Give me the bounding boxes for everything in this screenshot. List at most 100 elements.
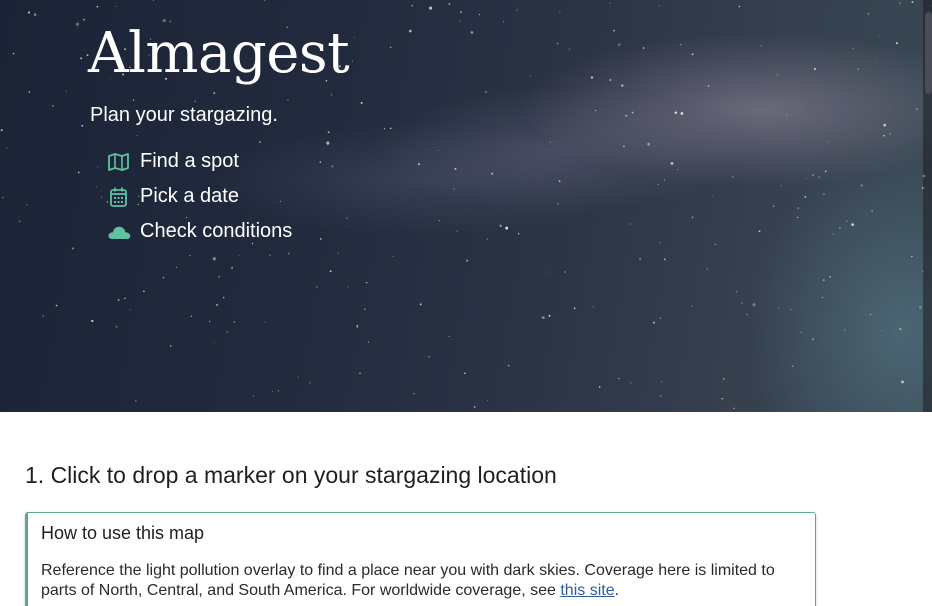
star <box>101 196 103 198</box>
star <box>786 114 788 116</box>
star <box>691 216 694 219</box>
star <box>76 27 78 29</box>
star <box>760 45 762 47</box>
star <box>529 75 532 77</box>
star <box>132 99 135 101</box>
brand-title: Almagest <box>88 21 350 86</box>
star <box>733 407 735 410</box>
map-instructions-box: How to use this map Reference the light … <box>25 512 816 606</box>
star <box>18 220 21 223</box>
star <box>134 399 137 402</box>
info-box-text: Reference the light pollution overlay to… <box>41 561 801 600</box>
star <box>269 254 271 256</box>
star <box>486 238 488 240</box>
star <box>631 111 634 114</box>
star <box>621 84 624 87</box>
star <box>337 252 339 254</box>
star <box>568 48 571 50</box>
star <box>466 259 469 262</box>
star <box>319 237 322 240</box>
star <box>194 100 196 103</box>
star <box>556 42 559 45</box>
star <box>869 313 872 316</box>
star <box>752 303 756 307</box>
star <box>517 233 520 235</box>
star <box>464 372 466 375</box>
star <box>287 252 290 255</box>
star <box>806 177 808 179</box>
map-icon <box>106 151 132 173</box>
star <box>623 145 625 148</box>
info-text-end: . <box>614 581 620 599</box>
star <box>821 296 824 299</box>
star <box>115 325 118 328</box>
star <box>731 175 734 178</box>
worldwide-coverage-link[interactable]: this site <box>560 582 614 599</box>
star <box>617 43 621 47</box>
star <box>2 196 4 199</box>
star <box>629 223 632 225</box>
star <box>901 380 904 384</box>
star <box>364 308 366 311</box>
star <box>546 271 548 273</box>
star <box>507 364 510 367</box>
star <box>516 9 518 11</box>
star <box>470 31 474 34</box>
star <box>33 13 37 16</box>
star <box>800 331 802 333</box>
star <box>389 127 392 129</box>
star <box>541 316 545 320</box>
feature-label: Find a spot <box>140 150 239 172</box>
star <box>677 168 679 171</box>
feature-label: Check conditions <box>140 220 293 242</box>
star <box>823 193 825 195</box>
star <box>881 330 883 332</box>
star <box>660 395 662 397</box>
star <box>231 266 234 269</box>
star <box>812 174 815 176</box>
star <box>797 216 799 218</box>
star <box>919 306 922 309</box>
star <box>429 6 433 10</box>
star <box>852 47 855 50</box>
star <box>657 183 659 186</box>
star <box>829 276 831 278</box>
star <box>867 12 870 15</box>
star <box>327 131 330 134</box>
star <box>27 11 31 14</box>
scrollbar-thumb[interactable] <box>925 12 932 94</box>
star <box>216 303 218 306</box>
star <box>707 85 710 87</box>
star <box>860 184 863 187</box>
star <box>223 296 225 299</box>
star <box>115 5 117 7</box>
star <box>81 124 84 127</box>
star <box>740 302 743 304</box>
star <box>505 226 509 230</box>
star <box>437 149 439 152</box>
star <box>659 241 661 244</box>
star <box>813 67 816 70</box>
star <box>212 257 216 261</box>
star <box>460 11 462 13</box>
star <box>417 163 420 166</box>
star <box>448 335 450 337</box>
star <box>832 233 834 235</box>
star <box>674 111 678 114</box>
star <box>609 79 612 81</box>
star <box>827 141 829 143</box>
star <box>822 279 825 282</box>
star <box>226 331 228 333</box>
star <box>804 196 807 198</box>
star <box>791 365 794 368</box>
star <box>162 276 165 279</box>
star <box>80 57 83 60</box>
star <box>383 127 386 130</box>
star <box>878 36 880 38</box>
star <box>712 195 714 197</box>
star <box>722 377 725 380</box>
cloud-icon <box>106 221 132 243</box>
star <box>776 73 779 76</box>
star <box>456 230 458 232</box>
star <box>263 0 266 1</box>
